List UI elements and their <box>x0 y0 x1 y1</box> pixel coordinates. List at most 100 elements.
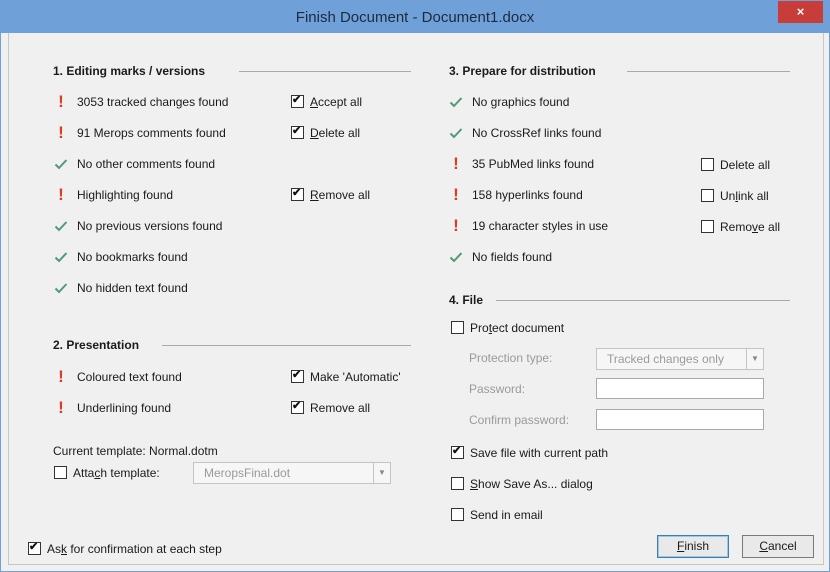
attach-template-checkbox[interactable]: Attach template: <box>54 465 160 481</box>
show-save-as-accelerator: S <box>470 477 479 491</box>
delete-all-links-checkbox[interactable]: Delete all <box>701 157 770 173</box>
unlink-all-label: ink all <box>738 189 769 203</box>
accept-all-label: ccept all <box>318 95 363 109</box>
unlink-all-checkbox[interactable]: Unlink all <box>701 188 769 204</box>
password-field[interactable] <box>596 378 764 399</box>
delete-all-label: elete all <box>318 126 361 140</box>
accept-all-checkbox[interactable]: ✔ Accept all <box>291 94 362 110</box>
check-icon <box>449 95 463 113</box>
protection-type-value: Tracked changes only <box>607 352 724 366</box>
ask-confirmation-checkbox[interactable]: ✔ Ask for confirmation at each step <box>28 541 222 557</box>
title-bar: Finish Document - Document1.docx × <box>1 1 829 33</box>
status-text: 158 hyperlinks found <box>472 188 583 202</box>
attach-template-label-pre: Atta <box>73 466 95 480</box>
current-template-label: Current template: Normal.dotm <box>53 444 218 458</box>
save-current-path-label: Save file with current path <box>470 446 609 460</box>
send-in-email-label: Send in email <box>470 508 543 522</box>
check-mark-icon: ✔ <box>292 125 302 138</box>
status-text: No graphics found <box>472 95 570 109</box>
remove-all-styles-box[interactable] <box>701 220 714 234</box>
remove-all-underlining-checkbox[interactable]: ✔ Remove all <box>291 400 370 416</box>
status-text: No fields found <box>472 250 553 264</box>
warning-icon: ! <box>453 216 459 235</box>
make-automatic-checkbox[interactable]: ✔ Make 'Automatic' <box>291 369 401 385</box>
ask-confirmation-box[interactable]: ✔ <box>28 541 41 556</box>
delete-all-links-label: Delete all <box>720 158 771 172</box>
remove-all-styles-label-pre: Remo <box>720 220 753 234</box>
warning-icon: ! <box>58 123 64 142</box>
dialog-title: Finish Document - Document1.docx <box>295 9 535 26</box>
save-current-path-checkbox[interactable]: ✔ Save file with current path <box>451 445 608 461</box>
finish-button[interactable]: Finish <box>657 535 729 558</box>
check-mark-icon: ✔ <box>292 187 302 200</box>
delete-all-links-box[interactable] <box>701 158 714 172</box>
section2-divider <box>162 345 411 346</box>
protect-document-box[interactable] <box>451 321 464 335</box>
confirm-password-field[interactable] <box>596 409 764 430</box>
unlink-all-box[interactable] <box>701 189 714 203</box>
check-icon <box>54 157 68 175</box>
cancel-accelerator: C <box>759 539 768 553</box>
finish-document-dialog: Finish Document - Document1.docx × 1. Ed… <box>0 0 830 572</box>
warning-icon: ! <box>58 92 64 111</box>
send-in-email-checkbox[interactable]: Send in email <box>451 507 543 523</box>
check-mark-icon: ✔ <box>292 369 302 382</box>
status-text: No previous versions found <box>77 219 223 233</box>
status-text: 91 Merops comments found <box>77 126 226 140</box>
make-automatic-label: Make 'Automatic' <box>310 370 401 384</box>
protect-document-checkbox[interactable]: Protect document <box>451 320 564 336</box>
delete-all-box[interactable]: ✔ <box>291 125 304 140</box>
protection-type-label: Protection type: <box>469 351 553 365</box>
status-text: 3053 tracked changes found <box>77 95 229 109</box>
protection-type-select[interactable]: Tracked changes only ▼ <box>596 348 764 370</box>
attach-template-label: h template: <box>100 466 160 480</box>
section2-heading: 2. Presentation <box>53 338 140 352</box>
section4-heading: 4. File <box>449 293 484 307</box>
remove-all-accelerator: R <box>310 188 319 202</box>
status-text: 19 character styles in use <box>472 219 609 233</box>
status-text: Coloured text found <box>77 370 182 384</box>
section3-divider <box>627 71 790 72</box>
section4-divider <box>496 300 790 301</box>
close-button[interactable]: × <box>778 1 823 23</box>
remove-all-underlining-box[interactable]: ✔ <box>291 400 304 415</box>
remove-all-highlighting-checkbox[interactable]: ✔ Remove all <box>291 187 370 203</box>
accept-all-box[interactable]: ✔ <box>291 94 304 109</box>
send-in-email-box[interactable] <box>451 508 464 522</box>
remove-all-box[interactable]: ✔ <box>291 187 304 202</box>
unlink-all-label-pre: Un <box>720 189 736 203</box>
ask-confirm-label: for confirmation at each step <box>67 542 222 556</box>
warning-icon: ! <box>58 398 64 417</box>
section3-heading: 3. Prepare for distribution <box>449 64 596 78</box>
protect-label: ect document <box>492 321 565 335</box>
warning-icon: ! <box>453 154 459 173</box>
check-icon <box>449 126 463 144</box>
finish-label: inish <box>684 539 710 553</box>
protect-label-pre: Pro <box>470 321 489 335</box>
warning-icon: ! <box>453 185 459 204</box>
delete-all-accelerator: D <box>310 126 319 140</box>
attach-template-box[interactable] <box>54 466 67 480</box>
save-current-path-box[interactable]: ✔ <box>451 445 464 460</box>
status-text: Underlining found <box>77 401 172 415</box>
chevron-down-icon[interactable]: ▼ <box>746 349 763 369</box>
show-save-as-checkbox[interactable]: Show Save As... dialog <box>451 476 593 492</box>
template-select[interactable]: MeropsFinal.dot ▼ <box>193 462 391 484</box>
remove-all-label: emove all <box>318 188 371 202</box>
warning-icon: ! <box>58 185 64 204</box>
remove-all-styles-checkbox[interactable]: Remove all <box>701 219 780 235</box>
check-mark-icon: ✔ <box>29 541 39 554</box>
check-icon <box>54 219 68 237</box>
check-icon <box>54 281 68 299</box>
check-mark-icon: ✔ <box>452 445 462 458</box>
warning-icon: ! <box>58 367 64 386</box>
cancel-button[interactable]: Cancel <box>742 535 814 558</box>
status-text: No CrossRef links found <box>472 126 602 140</box>
delete-all-comments-checkbox[interactable]: ✔ Delete all <box>291 125 360 141</box>
make-automatic-box[interactable]: ✔ <box>291 369 304 384</box>
status-text: No hidden text found <box>77 281 188 295</box>
accept-all-accelerator: A <box>310 95 319 109</box>
chevron-down-icon[interactable]: ▼ <box>373 463 390 483</box>
check-icon <box>54 250 68 268</box>
show-save-as-box[interactable] <box>451 477 464 491</box>
